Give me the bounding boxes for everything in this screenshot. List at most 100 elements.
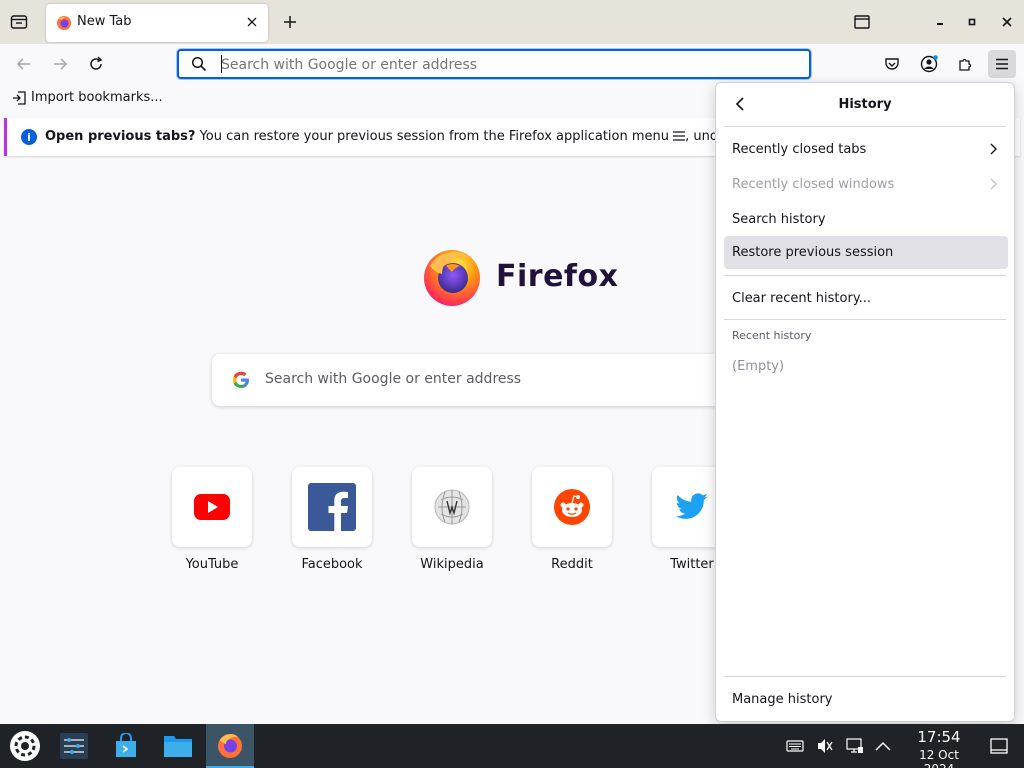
tile-label: Facebook — [301, 557, 363, 572]
hamburger-menu-icon — [673, 131, 686, 141]
notice-body: You can restore your previous session fr… — [195, 129, 674, 144]
chevron-right-icon — [990, 143, 997, 155]
show-desktop-icon[interactable] — [990, 737, 1008, 755]
import-bookmarks-label: Import bookmarks... — [31, 90, 163, 105]
forward-button[interactable] — [48, 52, 72, 76]
reload-button[interactable] — [84, 52, 108, 76]
top-site-youtube[interactable]: YouTube — [172, 467, 252, 572]
clear-recent-history-item[interactable]: Clear recent history... — [724, 282, 1008, 315]
maximize-button[interactable] — [962, 12, 982, 32]
tile-label: Reddit — [551, 557, 593, 572]
navigation-toolbar — [0, 44, 1024, 84]
folder-icon — [164, 736, 192, 757]
search-history-item[interactable]: Search history — [724, 203, 1008, 236]
minimize-button[interactable] — [930, 12, 950, 32]
tile-label: Wikipedia — [420, 557, 484, 572]
manage-history-item[interactable]: Manage history — [724, 683, 1008, 716]
app-menu-button[interactable] — [988, 50, 1016, 78]
account-button[interactable] — [917, 52, 941, 76]
taskbar: 17:54 12 Oct 2024 — [0, 724, 1024, 768]
firefox-logo-icon — [424, 250, 480, 306]
close-icon — [1002, 17, 1012, 27]
notice-message: Open previous tabs? You can restore your… — [45, 129, 749, 144]
top-site-facebook[interactable]: Facebook — [292, 467, 372, 572]
arrow-left-icon — [16, 58, 30, 70]
file-manager-task[interactable] — [155, 724, 201, 768]
discover-store-task[interactable] — [103, 724, 149, 768]
divider — [724, 126, 1006, 127]
tile-box — [292, 467, 372, 547]
clock-time[interactable]: 17:54 — [902, 728, 976, 746]
account-icon — [920, 55, 938, 73]
launcher-gear-icon — [10, 731, 40, 761]
tile-box — [412, 467, 492, 547]
minimize-icon — [937, 23, 943, 25]
recently-closed-tabs-item[interactable]: Recently closed tabs — [724, 133, 1008, 166]
pocket-icon — [885, 58, 899, 70]
tab-strip: New Tab — [0, 0, 1024, 44]
back-button[interactable] — [12, 52, 36, 76]
close-window-button[interactable] — [997, 12, 1017, 32]
tile-box — [172, 467, 252, 547]
arrow-right-icon — [54, 58, 68, 70]
notice-title: Open previous tabs? — [45, 129, 196, 144]
panel-title: History — [838, 97, 892, 112]
tab-list-button[interactable] — [8, 11, 30, 33]
keyboard-layout-icon[interactable] — [786, 737, 804, 755]
window-icon — [854, 15, 870, 29]
plus-icon — [284, 16, 296, 28]
address-bar[interactable] — [177, 49, 811, 79]
maximize-icon — [968, 18, 976, 26]
application-launcher-button[interactable] — [2, 724, 48, 768]
chevron-right-icon — [990, 178, 997, 190]
store-bag-icon — [116, 733, 136, 757]
history-panel: History Recently closed tabs Recently cl… — [715, 82, 1015, 722]
window-mode-button[interactable] — [852, 12, 872, 32]
settings-sliders-icon — [60, 733, 88, 759]
top-site-reddit[interactable]: Reddit — [532, 467, 612, 572]
close-icon — [247, 17, 257, 27]
new-tab-button[interactable] — [280, 12, 300, 32]
divider — [724, 275, 1006, 276]
system-settings-task[interactable] — [51, 724, 97, 768]
restore-previous-session-item[interactable]: Restore previous session — [724, 236, 1008, 269]
firefox-task[interactable] — [206, 724, 254, 768]
reload-icon — [90, 56, 103, 70]
clock-date[interactable]: 12 Oct 2024 — [902, 748, 976, 768]
divider — [724, 319, 1006, 320]
tile-box — [532, 467, 612, 547]
firefox-favicon-icon — [57, 16, 71, 30]
page-search-placeholder: Search with Google or enter address — [265, 371, 522, 387]
youtube-icon — [194, 494, 230, 520]
pocket-button[interactable] — [880, 52, 904, 76]
chevron-up-icon[interactable] — [874, 737, 892, 755]
tab-close-button[interactable] — [244, 14, 260, 30]
menu-item-label: Search history — [732, 212, 826, 227]
puzzle-icon — [959, 58, 972, 71]
tab-title: New Tab — [77, 14, 132, 29]
facebook-icon — [308, 483, 356, 531]
menu-item-label: Clear recent history... — [732, 291, 872, 306]
tab-new-tab[interactable]: New Tab — [46, 4, 268, 42]
address-input[interactable] — [221, 55, 781, 75]
wikipedia-globe-icon — [434, 489, 470, 525]
network-wired-icon[interactable] — [846, 737, 864, 755]
menu-item-label: Recently closed windows — [732, 177, 895, 192]
top-site-wikipedia[interactable]: Wikipedia — [412, 467, 492, 572]
reddit-icon — [554, 489, 590, 525]
recent-history-empty: (Empty) — [732, 359, 785, 374]
menu-item-label: Manage history — [732, 692, 833, 707]
extensions-button[interactable] — [953, 52, 977, 76]
recently-closed-windows-item[interactable]: Recently closed windows — [724, 168, 1008, 201]
tile-label: YouTube — [185, 557, 239, 572]
google-icon — [233, 371, 249, 388]
firefox-logo: Firefox — [420, 244, 618, 308]
text-caret — [221, 55, 222, 73]
twitter-bird-icon — [675, 493, 708, 519]
menu-item-label: Restore previous session — [732, 245, 894, 260]
info-icon: i — [21, 129, 37, 145]
import-bookmarks-button[interactable]: Import bookmarks... — [12, 90, 163, 105]
volume-muted-icon[interactable] — [816, 737, 834, 755]
hamburger-menu-icon — [996, 58, 1008, 70]
recent-history-caption: Recent history — [732, 329, 812, 342]
